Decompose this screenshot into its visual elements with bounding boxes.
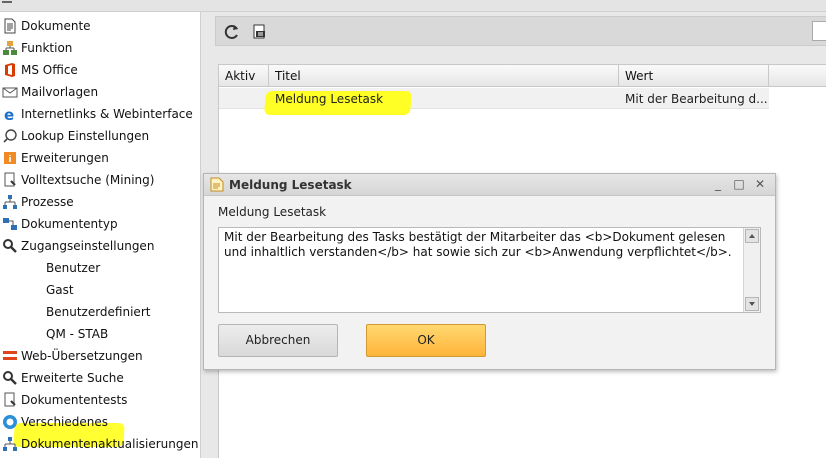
cell-titel: Meldung Lesetask [275,92,384,106]
sidebar-item-dokumentenaktualisierungen[interactable]: Dokumentenaktualisierungen [0,433,200,455]
sidebar-item-label: Zugangseinstellungen [21,239,155,253]
sidebar-item-dokumententyp[interactable]: Dokumententyp [0,213,200,235]
sidebar-item-label: Funktion [21,41,73,55]
sidebar-item-label: MS Office [21,63,78,77]
cancel-button[interactable]: Abbrechen [218,324,338,357]
sidebar-item-label: Dokumentenaktualisierungen [21,437,199,451]
sidebar-item-label: Dokumententests [21,393,128,407]
column-header-titel[interactable]: Titel [269,65,619,87]
sidebar-item-label: Benutzer [46,261,101,275]
sidebar-item-label: Internetlinks & Webinterface [21,107,193,121]
refresh-icon [224,25,238,39]
sidebar-item-label: Web-Übersetzungen [21,349,143,363]
sidebar-item-benutzerdefiniert[interactable]: Benutzerdefiniert [0,301,200,323]
sidebar-item-volltextsuche[interactable]: Volltextsuche (Mining) [0,169,200,191]
message-text: Mit der Bearbeitung des Tasks bestätigt … [224,230,732,259]
sidebar-item-prozesse[interactable]: Prozesse [0,191,200,213]
message-dialog: Meldung Lesetask _ □ ✕ Meldung Lesetask … [203,173,776,370]
cell-wert: Mit der Bearbeitung d... [625,92,767,106]
sidebar-item-lookup[interactable]: Lookup Einstellungen [0,125,200,147]
top-strip [0,0,826,12]
sidebar-item-mailvorlagen[interactable]: Mailvorlagen [0,81,200,103]
column-header-label: Titel [275,69,301,83]
office-icon [5,63,15,77]
column-header-label: Aktiv [225,69,256,83]
sidebar-item-label: Mailvorlagen [21,85,99,99]
refresh-button[interactable] [220,20,244,44]
minimize-button[interactable]: _ [711,177,725,191]
translation-icon [3,351,17,360]
lookup-icon [3,129,17,143]
close-button[interactable]: ✕ [753,177,767,191]
maximize-button[interactable]: □ [732,177,746,191]
sidebar-item-funktion[interactable]: Funktion [0,37,200,59]
sidebar-item-verschiedenes[interactable]: Verschiedenes [0,411,200,433]
table-row[interactable]: Meldung Lesetask Mit der Bearbeitung d..… [219,88,769,115]
document-test-icon [4,392,16,407]
field-label: Meldung Lesetask [218,205,327,219]
sidebar-item-label: Volltextsuche (Mining) [21,173,155,187]
sidebar-item-label: Dokumente [21,19,91,33]
dialog-titlebar[interactable]: Meldung Lesetask _ □ ✕ [204,174,775,196]
internet-explorer-icon: e [4,106,14,122]
pen-search-icon [4,172,16,187]
sidebar-item-label: Erweiterte Suche [21,371,124,385]
export-button[interactable] [248,20,272,44]
sidebar-item-dokumententests[interactable]: Dokumententests [0,389,200,411]
sidebar-item-benutzer[interactable]: Benutzer [0,257,200,279]
column-header-label: Wert [625,69,654,83]
misc-icon [3,415,17,429]
sidebar-item-label: Gast [46,283,74,297]
sidebar-item-gast[interactable]: Gast [0,279,200,301]
sidebar-item-zugangseinstellungen[interactable]: Zugangseinstellungen [0,235,200,257]
document-icon [210,177,224,192]
info-icon [4,152,16,164]
document-type-icon [3,218,17,230]
sidebar-item-ms-office[interactable]: MS Office [0,59,200,81]
search-input[interactable] [812,21,826,41]
sidebar-item-label: Lookup Einstellungen [21,129,150,143]
search-icon [3,371,17,385]
window-edge [2,0,12,3]
sidebar-item-label: QM - STAB [46,327,109,341]
sidebar-item-dokumente[interactable]: Dokumente [0,15,200,37]
scroll-down-icon[interactable] [745,297,759,311]
hierarchy-icon [3,41,17,55]
sidebar-item-erweiterte-suche[interactable]: Erweiterte Suche [0,367,200,389]
sidebar-item-label: Prozesse [21,195,74,209]
message-textarea[interactable]: Mit der Bearbeitung des Tasks bestätigt … [218,227,761,313]
column-header-aktiv[interactable]: Aktiv [219,65,269,87]
vertical-scrollbar[interactable] [743,228,760,312]
sidebar-item-label: Verschiedenes [21,415,109,429]
document-icon [4,18,16,34]
sidebar-item-label: Erweiterungen [21,151,109,165]
sidebar: Dokumente Funktion MS Office Mailvorlage… [0,12,201,458]
process-icon [3,195,17,209]
ok-button[interactable]: OK [366,324,486,357]
export-icon [253,24,265,39]
sidebar-item-qm-stab[interactable]: QM - STAB [0,323,200,345]
key-search-icon [3,239,17,253]
column-header-filler [769,65,826,87]
sidebar-item-web-uebersetzungen[interactable]: Web-Übersetzungen [0,345,200,367]
toolbar [215,16,826,46]
sidebar-item-label: Dokumententyp [21,217,118,231]
document-update-icon [3,437,17,451]
sidebar-item-erweiterungen[interactable]: Erweiterungen [0,147,200,169]
svg-text:e: e [4,106,14,122]
scroll-up-icon[interactable] [745,229,759,243]
column-header-wert[interactable]: Wert [619,65,769,87]
mail-icon [2,87,18,98]
sidebar-item-internetlinks[interactable]: e Internetlinks & Webinterface [0,103,200,125]
sidebar-item-label: Benutzerdefiniert [46,305,151,319]
dialog-title: Meldung Lesetask [229,178,352,192]
